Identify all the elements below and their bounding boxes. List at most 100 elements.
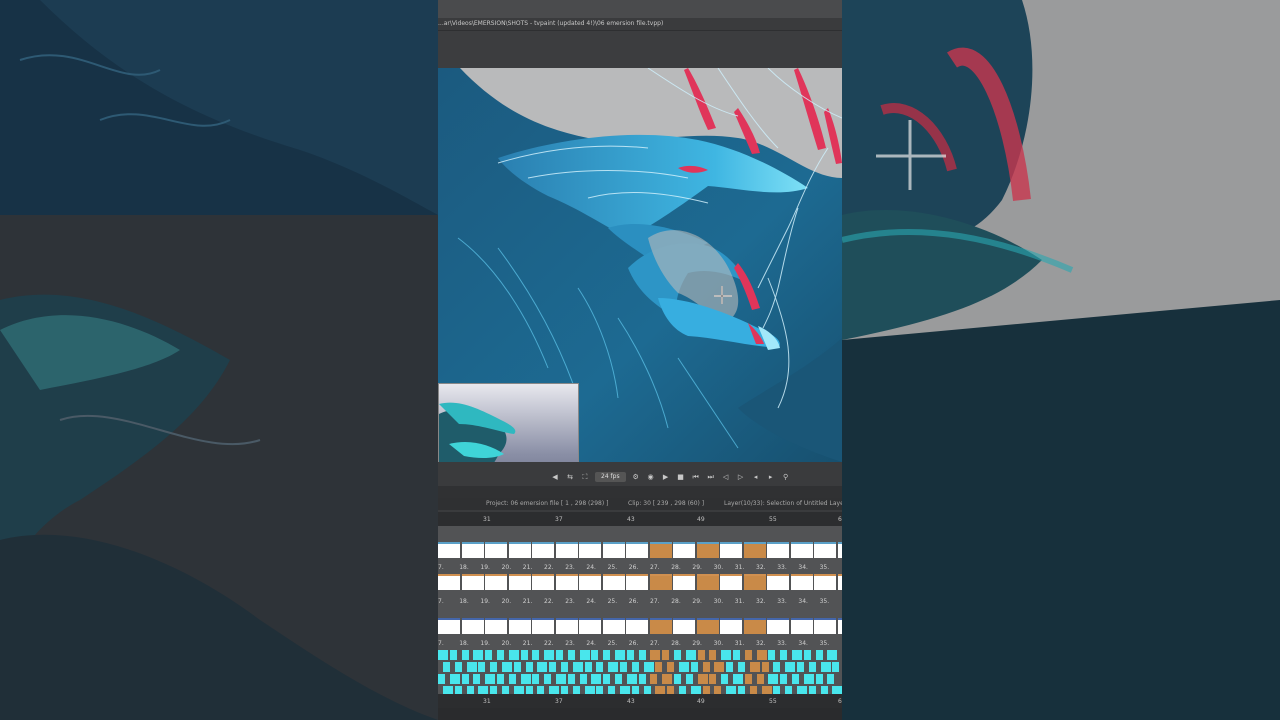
timeline-cell[interactable]	[454, 686, 462, 694]
timeline-cell[interactable]	[497, 650, 504, 660]
step-forward-icon[interactable]: ▷	[736, 472, 746, 482]
timeline-cell[interactable]	[544, 650, 555, 660]
timeline-cell[interactable]	[478, 662, 486, 672]
timeline-cell[interactable]	[814, 542, 836, 558]
timeline-cell[interactable]	[591, 650, 599, 660]
last-frame-icon[interactable]: ⏭	[706, 472, 716, 482]
timeline-cell[interactable]	[837, 618, 842, 634]
timeline-cell[interactable]	[532, 574, 554, 590]
play-icon[interactable]: ▶	[661, 472, 671, 482]
timeline-cell[interactable]	[620, 686, 630, 694]
timeline-cell[interactable]	[767, 618, 789, 634]
timeline-cell[interactable]	[567, 650, 575, 660]
timeline-cell[interactable]	[709, 650, 717, 660]
timeline-cell[interactable]	[438, 574, 460, 590]
first-frame-icon[interactable]: ⏮	[691, 472, 701, 482]
timeline-cell[interactable]	[626, 542, 648, 558]
drawing-canvas[interactable]	[438, 68, 842, 462]
timeline-cell[interactable]	[749, 662, 760, 672]
pin-icon[interactable]: ⚲	[781, 472, 791, 482]
timeline-cell[interactable]	[837, 542, 842, 558]
timeline-cell[interactable]	[549, 686, 560, 694]
timeline-cell[interactable]	[761, 662, 769, 672]
timeline-cell[interactable]	[466, 662, 477, 672]
timeline-cell[interactable]	[773, 686, 781, 694]
timeline-cell[interactable]	[438, 618, 460, 634]
timeline-cell[interactable]	[532, 674, 540, 684]
timeline-cell[interactable]	[556, 650, 563, 660]
timeline-cell[interactable]	[502, 686, 509, 694]
timeline-cell[interactable]	[532, 650, 540, 660]
timeline-cell[interactable]	[508, 674, 516, 684]
timeline-cell[interactable]	[721, 650, 732, 660]
timeline-cell[interactable]	[714, 686, 722, 694]
timeline-cell[interactable]	[697, 650, 705, 660]
timeline-cell[interactable]	[502, 662, 512, 672]
timeline-cell[interactable]	[561, 662, 568, 672]
timeline-cell[interactable]	[478, 686, 489, 694]
timeline-cell[interactable]	[709, 674, 717, 684]
timeline-cell[interactable]	[631, 662, 639, 672]
step-back-icon[interactable]: ◁	[721, 472, 731, 482]
timeline-cell[interactable]	[768, 650, 776, 660]
timeline-cell[interactable]	[785, 686, 793, 694]
timeline-cell[interactable]	[803, 650, 811, 660]
timeline-cell[interactable]	[508, 574, 531, 590]
timeline-cell[interactable]	[485, 542, 507, 558]
timeline-cell[interactable]	[643, 686, 651, 694]
timeline-cell[interactable]	[485, 674, 496, 684]
timeline-cell[interactable]	[454, 662, 462, 672]
timeline-cell[interactable]	[555, 618, 578, 634]
timeline-cell[interactable]	[832, 686, 842, 694]
timeline-cell[interactable]	[702, 686, 710, 694]
timeline-cell[interactable]	[626, 674, 637, 684]
timeline-cell[interactable]	[643, 662, 654, 672]
timeline-cell[interactable]	[780, 674, 788, 684]
timeline-cell[interactable]	[733, 650, 740, 660]
timeline-cell[interactable]	[438, 674, 445, 684]
timeline-cell[interactable]	[508, 542, 531, 558]
timeline-cell[interactable]	[743, 574, 766, 590]
timeline-cell[interactable]	[572, 686, 580, 694]
timeline-cell[interactable]	[720, 618, 742, 634]
timeline-cell[interactable]	[815, 650, 823, 660]
timeline-cell[interactable]	[567, 674, 575, 684]
timeline-cell[interactable]	[561, 686, 568, 694]
timeline-cell[interactable]	[572, 662, 583, 672]
speaker-icon[interactable]: ◀	[550, 472, 560, 482]
reference-image[interactable]	[438, 383, 579, 462]
timeline-cell[interactable]	[738, 686, 745, 694]
timeline-cell[interactable]	[696, 542, 719, 558]
timeline-cell[interactable]	[485, 574, 507, 590]
timeline-cell[interactable]	[744, 650, 752, 660]
timeline-cell[interactable]	[714, 662, 725, 672]
timeline-cell[interactable]	[792, 674, 799, 684]
timeline-cell[interactable]	[832, 662, 840, 672]
timeline-cell[interactable]	[767, 574, 789, 590]
layer-track-3[interactable]	[438, 618, 842, 634]
timeline-cell[interactable]	[443, 662, 450, 672]
timeline-cell[interactable]	[438, 542, 460, 558]
timeline-cell[interactable]	[673, 618, 695, 634]
timeline-cell[interactable]	[792, 650, 802, 660]
timeline-cell[interactable]	[549, 662, 557, 672]
timeline-cell[interactable]	[649, 542, 672, 558]
layer-track-2[interactable]	[438, 574, 842, 590]
timeline-cell[interactable]	[697, 674, 708, 684]
timeline-cell[interactable]	[790, 542, 813, 558]
timeline-cell[interactable]	[768, 674, 779, 684]
timeline-cell[interactable]	[797, 662, 804, 672]
timeline-cell[interactable]	[773, 662, 781, 672]
gear-icon[interactable]: ⚙	[631, 472, 641, 482]
timeline-cell[interactable]	[602, 542, 625, 558]
timeline-cell[interactable]	[555, 542, 578, 558]
timeline-cell[interactable]	[532, 618, 554, 634]
timeline-cell[interactable]	[744, 674, 752, 684]
timeline-cell[interactable]	[584, 686, 595, 694]
timeline-cell[interactable]	[525, 662, 533, 672]
timeline-cell[interactable]	[579, 674, 587, 684]
timeline-cell[interactable]	[726, 686, 737, 694]
timeline-cell[interactable]	[785, 662, 796, 672]
timeline-cell[interactable]	[602, 618, 625, 634]
timeline-cell[interactable]	[596, 686, 604, 694]
